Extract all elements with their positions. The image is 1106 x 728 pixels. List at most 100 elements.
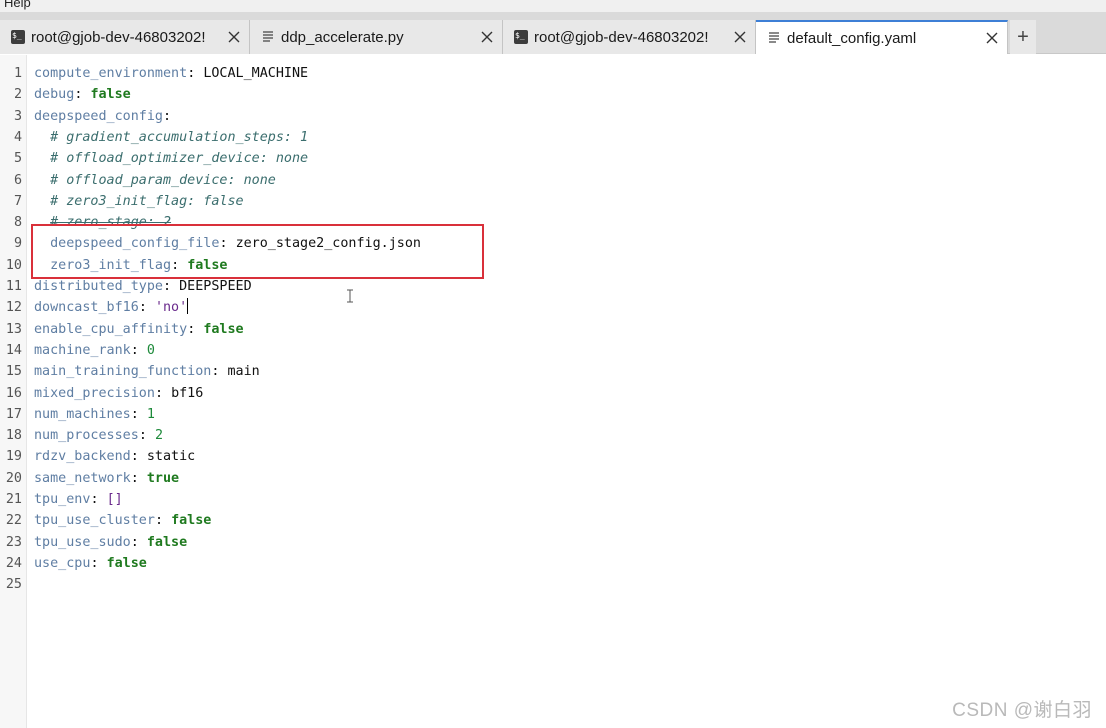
line-code: # zero_stage: 2 [34, 212, 171, 233]
yaml-key: rdzv_backend [34, 449, 131, 465]
line-code: downcast_bf16: 'no' [34, 297, 189, 318]
close-icon[interactable] [223, 26, 245, 48]
code-line[interactable]: 7 # zero3_init_flag: false [0, 191, 1106, 212]
yaml-value: false [171, 513, 212, 529]
tab-terminal-1[interactable]: root@gjob-dev-46803202! [0, 20, 250, 54]
yaml-separator: : [90, 555, 107, 571]
code-line[interactable]: 23 tpu_use_sudo: false [0, 532, 1106, 553]
yaml-value: static [146, 449, 196, 465]
yaml-value: 1 [146, 406, 155, 422]
code-line[interactable]: 10 zero3_init_flag: false [0, 255, 1106, 276]
code-line[interactable]: 11 distributed_type: DEEPSPEED [0, 276, 1106, 297]
code-line[interactable]: 15 main_training_function: main [0, 361, 1106, 382]
code-line[interactable]: 18 num_processes: 2 [0, 425, 1106, 446]
line-number: 16 [5, 385, 22, 401]
tab-ddp-accelerate[interactable]: ddp_accelerate.py [250, 20, 503, 54]
yaml-value: true [146, 470, 180, 486]
tab-label: root@gjob-dev-46803202! [534, 28, 709, 46]
close-icon[interactable] [476, 26, 498, 48]
code-line[interactable]: 19 rdzv_backend: static [0, 446, 1106, 467]
code-line[interactable]: 24 use_cpu: false [0, 553, 1106, 574]
line-number: 2 [13, 87, 22, 103]
yaml-key: same_network [34, 470, 131, 486]
line-number: 10 [5, 257, 22, 273]
tab-terminal-2[interactable]: root@gjob-dev-46803202! [503, 20, 756, 54]
yaml-separator: : [74, 87, 91, 103]
code-line[interactable]: 5 # offload_optimizer_device: none [0, 148, 1106, 169]
tab-label: root@gjob-dev-46803202! [31, 28, 206, 46]
code-line[interactable]: 12 downcast_bf16: 'no' [0, 297, 1106, 318]
line-code: deepspeed_config_file: zero_stage2_confi… [34, 233, 421, 254]
line-number: 19 [5, 449, 22, 465]
line-number: 5 [13, 151, 22, 167]
yaml-value: 'no' [154, 300, 188, 316]
yaml-separator: : [130, 534, 147, 550]
tab-bar: root@gjob-dev-46803202! ddp_accelerate.p… [0, 12, 1106, 54]
yaml-value: false [203, 321, 244, 337]
mouse-ibeam-cursor [347, 289, 353, 303]
yaml-separator: : [130, 470, 147, 486]
yaml-value: bf16 [171, 385, 204, 401]
yaml-separator: : [187, 66, 204, 81]
line-code: same_network: true [34, 468, 179, 489]
line-number: 15 [5, 364, 22, 380]
document-lines-icon [767, 31, 781, 45]
yaml-separator: : [187, 321, 204, 337]
close-icon[interactable] [981, 27, 1003, 49]
menu-help[interactable]: Help [4, 0, 31, 10]
yaml-separator: : [90, 492, 107, 507]
code-line[interactable]: 9 deepspeed_config_file: zero_stage2_con… [0, 233, 1106, 254]
watermark: CSDN @谢白羽 [952, 700, 1092, 721]
code-line[interactable]: 16 mixed_precision: bf16 [0, 383, 1106, 404]
line-number: 14 [5, 342, 22, 358]
yaml-key: use_cpu [34, 555, 91, 571]
code-line[interactable]: 17 num_machines: 1 [0, 404, 1106, 425]
code-line[interactable]: 8 # zero_stage: 2 [0, 212, 1106, 233]
yaml-key: tpu_env [34, 492, 91, 507]
line-code: # zero3_init_flag: false [34, 191, 243, 212]
terminal-icon [11, 30, 25, 44]
yaml-value: zero_stage2_config.json [235, 236, 421, 252]
yaml-separator: : [138, 300, 155, 316]
line-code: distributed_type: DEEPSPEED [34, 276, 252, 297]
code-line[interactable]: 13 enable_cpu_affinity: false [0, 319, 1106, 340]
yaml-value: false [106, 555, 147, 571]
line-code: tpu_use_sudo: false [34, 532, 187, 553]
yaml-key: compute_environment [34, 66, 188, 81]
code-line[interactable]: 4 # gradient_accumulation_steps: 1 [0, 127, 1106, 148]
yaml-separator: : [130, 449, 147, 465]
yaml-comment: # gradient_accumulation_steps: 1 [50, 129, 309, 145]
yaml-key: mixed_precision [34, 385, 155, 401]
code-line[interactable]: 1 compute_environment: LOCAL_MACHINE [0, 63, 1106, 84]
code-line[interactable]: 3 deepspeed_config: [0, 106, 1106, 127]
yaml-separator: : [163, 108, 172, 124]
yaml-key: machine_rank [34, 342, 131, 358]
tab-label: ddp_accelerate.py [281, 28, 404, 46]
line-number: 3 [13, 108, 22, 124]
code-line[interactable]: 22 tpu_use_cluster: false [0, 510, 1106, 531]
code-line[interactable]: 14 machine_rank: 0 [0, 340, 1106, 361]
yaml-key: tpu_use_sudo [34, 534, 131, 550]
line-code: deepspeed_config: [34, 106, 171, 127]
line-code: tpu_env: [] [34, 489, 123, 510]
new-tab-button[interactable]: + [1010, 20, 1036, 54]
close-icon[interactable] [729, 26, 751, 48]
yaml-value: [] [106, 492, 123, 507]
code-line[interactable]: 2 debug: false [0, 84, 1106, 105]
line-number: 22 [5, 513, 22, 529]
yaml-separator: : [154, 385, 172, 401]
line-number: 23 [5, 534, 22, 550]
line-number: 11 [5, 279, 22, 294]
document-lines-icon [261, 30, 275, 44]
code-editor[interactable]: 1 compute_environment: LOCAL_MACHINE 2 debu… [0, 55, 1106, 728]
code-line[interactable]: 25 [0, 574, 1106, 595]
code-line[interactable]: 21 tpu_env: [] [0, 489, 1106, 510]
tab-default-config[interactable]: default_config.yaml [756, 20, 1008, 54]
code-line[interactable]: 20 same_network: true [0, 468, 1106, 489]
yaml-separator: : [211, 364, 228, 380]
code-line[interactable]: 6 # offload_param_device: none [0, 170, 1106, 191]
